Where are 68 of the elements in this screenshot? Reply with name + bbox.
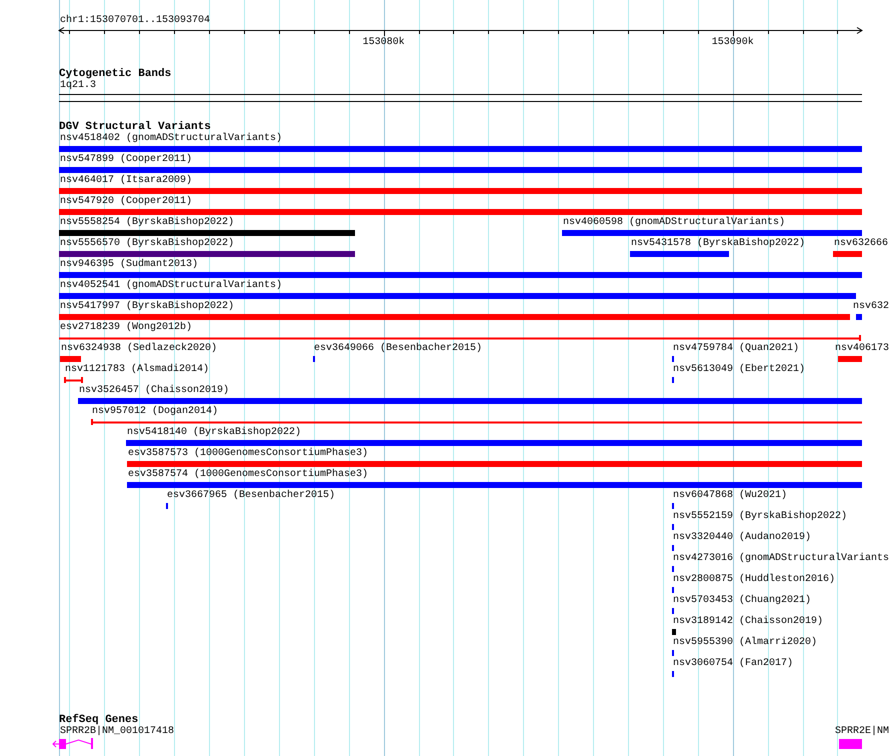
variant-bar[interactable] (126, 440, 862, 446)
variant-label[interactable]: nsv3189142 (Chaisson2019) (673, 616, 824, 628)
variant-label[interactable]: nsv547920 (Cooper2011) (60, 196, 192, 208)
variant-label[interactable]: nsv4052541 (gnomADStructuralVariants) (60, 280, 282, 292)
variant-label[interactable]: nsv6324938 (Sedlazeck2020) (61, 343, 218, 355)
variant-label[interactable]: nsv5417997 (ByrskaBishop2022) (60, 301, 234, 313)
variant-label[interactable]: nsv4518402 (gnomADStructuralVariants) (60, 133, 282, 145)
variant-line[interactable] (59, 335, 861, 341)
band-label: 1q21.3 (60, 80, 96, 92)
gene-label[interactable]: SPRR2E|NM (835, 726, 890, 738)
variant-bar[interactable] (59, 293, 856, 299)
track-title: Cytogenetic Bands (59, 68, 172, 80)
variant-bar[interactable] (630, 251, 729, 257)
variant-bar[interactable] (59, 209, 862, 215)
gene-model-drawing[interactable] (52, 738, 93, 749)
variant-bar[interactable] (59, 251, 355, 257)
variant-bar[interactable] (59, 167, 862, 173)
variant-label[interactable]: nsv406173 (835, 343, 890, 355)
variant-bar[interactable] (856, 314, 862, 320)
variant-label[interactable]: nsv5431578 (ByrskaBishop2022) (631, 238, 806, 250)
scale-label: 153080k (362, 37, 405, 49)
variant-bar[interactable] (78, 398, 862, 404)
variant-bar[interactable] (59, 230, 355, 236)
variant-label[interactable]: nsv5552159 (ByrskaBishop2022) (673, 511, 848, 523)
variant-label[interactable]: esv3667965 (Besenbacher2015) (167, 490, 336, 502)
scale-label: 153090k (712, 37, 754, 49)
variant-bar[interactable] (59, 146, 862, 152)
variant-bar[interactable] (60, 356, 81, 362)
variant-line[interactable] (91, 419, 862, 425)
variant-bar[interactable] (838, 356, 862, 362)
variant-label[interactable]: esv2718239 (Wong2012b) (60, 322, 192, 334)
variant-label[interactable]: nsv3526457 (Chaisson2019) (79, 385, 230, 397)
variant-bar[interactable] (59, 314, 850, 320)
variant-bar[interactable] (833, 251, 862, 257)
variant-label[interactable]: nsv2800875 (Huddleston2016) (673, 574, 836, 586)
location-label: chr1:153070701..153093704 (60, 15, 210, 27)
variant-bar[interactable] (127, 461, 862, 467)
variant-label[interactable]: esv3587574 (1000GenomesConsortiumPhase3) (128, 469, 368, 481)
variant-label[interactable]: nsv547899 (Cooper2011) (60, 154, 192, 166)
variant-label[interactable]: nsv5556570 (ByrskaBishop2022) (60, 238, 234, 250)
variant-bar[interactable] (59, 188, 862, 194)
variant-bar[interactable] (127, 482, 862, 488)
gene-label[interactable]: SPRR2B|NM_001017418 (60, 726, 174, 738)
track-title: RefSeq Genes (59, 715, 138, 726)
variant-label[interactable]: nsv632 (853, 301, 890, 313)
variant-label[interactable]: nsv957012 (Dogan2014) (92, 406, 218, 418)
variant-label[interactable]: nsv4759784 (Quan2021) (673, 343, 800, 355)
variant-label[interactable]: nsv4060598 (gnomADStructuralVariants) (563, 217, 786, 229)
variant-label[interactable]: nsv464017 (Itsara2009) (60, 175, 192, 187)
variant-label[interactable]: nsv5558254 (ByrskaBishop2022) (60, 217, 234, 229)
variant-bar[interactable] (59, 272, 862, 278)
variant-bar[interactable] (562, 230, 862, 236)
variant-line[interactable] (64, 377, 83, 383)
variant-bar[interactable] (672, 629, 676, 635)
variant-label[interactable]: nsv5418140 (ByrskaBishop2022) (127, 427, 302, 439)
variant-label[interactable]: nsv632666 (834, 238, 888, 250)
track-title: DGV Structural Variants (59, 122, 211, 133)
variant-label[interactable]: nsv5613049 (Ebert2021) (673, 364, 806, 376)
variant-label[interactable]: nsv5703453 (Chuang2021) (673, 595, 812, 607)
variant-label[interactable]: nsv1121783 (Alsmadi2014) (65, 364, 210, 376)
variant-label[interactable]: nsv6047868 (Wu2021) (673, 490, 788, 502)
variant-label[interactable]: nsv946395 (Sudmant2013) (60, 259, 198, 271)
variant-label[interactable]: nsv5955390 (Almarri2020) (673, 637, 818, 649)
variant-label[interactable]: esv3649066 (Besenbacher2015) (314, 343, 482, 355)
variant-label[interactable]: esv3587573 (1000GenomesConsortiumPhase3) (128, 448, 368, 460)
variant-label[interactable]: nsv3060754 (Fan2017) (673, 658, 794, 670)
variant-label[interactable]: nsv3320440 (Audano2019) (673, 532, 812, 544)
variant-label[interactable]: nsv4273016 (gnomADStructuralVariants (673, 553, 890, 565)
